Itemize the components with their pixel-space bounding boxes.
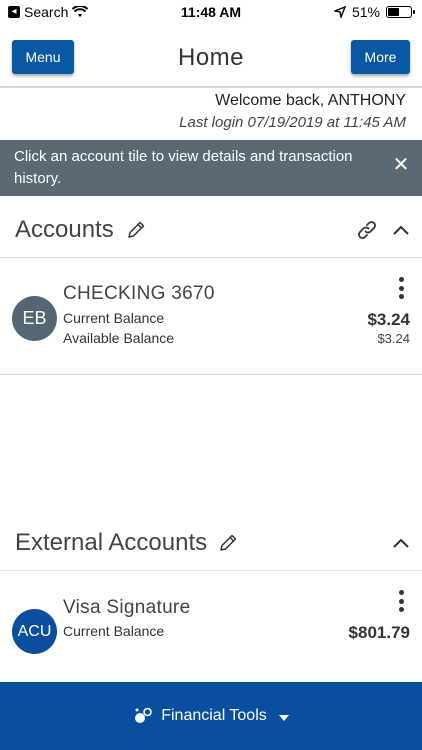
welcome-block: Welcome back, ANTHONY Last login 07/19/2… [179, 92, 406, 131]
welcome-greeting: Welcome back, ANTHONY [215, 92, 406, 109]
close-icon[interactable]: ✕ [392, 155, 410, 175]
app-header: Menu Home More [0, 26, 422, 88]
accounts-section-header: Accounts [0, 198, 422, 258]
banner-message: Click an account tile to view details an… [14, 148, 353, 187]
more-options-icon[interactable] [398, 590, 404, 612]
link-icon[interactable] [356, 219, 378, 241]
external-accounts-title: External Accounts [15, 529, 208, 556]
battery-percentage: 51% [351, 4, 380, 20]
current-balance-value: $801.79 [348, 623, 410, 642]
available-balance-label: Available Balance [63, 330, 175, 346]
location-arrow-icon [333, 6, 346, 18]
external-accounts-section-header: External Accounts [0, 511, 422, 571]
current-balance-value: $3.24 [367, 310, 410, 329]
caret-down-icon [278, 714, 289, 721]
account-name: CHECKING 3670 [63, 283, 215, 304]
current-balance-label: Current Balance [63, 310, 165, 326]
avatar: EB [12, 296, 57, 341]
account-tile-checking[interactable]: EB CHECKING 3670 Current Balance Availab… [0, 259, 422, 375]
chevron-up-icon[interactable] [392, 537, 410, 549]
chevron-up-icon[interactable] [392, 224, 410, 236]
edit-pencil-icon[interactable] [126, 220, 146, 240]
account-name: Visa Signature [63, 597, 191, 618]
battery-icon [386, 6, 415, 18]
avatar: ACU [12, 609, 57, 654]
current-balance-label: Current Balance [63, 623, 165, 639]
financial-tools-label: Financial Tools [161, 707, 267, 724]
account-tile-visa[interactable]: ACU Visa Signature Current Balance $801.… [0, 572, 422, 682]
more-button[interactable]: More [351, 40, 410, 74]
more-options-icon[interactable] [398, 277, 404, 299]
financial-tools-bar[interactable]: Financial Tools [0, 682, 422, 750]
last-login-text: Last login 07/19/2019 at 11:45 AM [179, 114, 406, 131]
financial-tools-icon [135, 707, 153, 723]
accounts-title: Accounts [15, 216, 114, 243]
edit-pencil-icon[interactable] [218, 533, 238, 553]
info-banner: Click an account tile to view details an… [0, 140, 422, 196]
available-balance-value: $3.24 [377, 331, 410, 346]
status-bar: ◂ Search 11:48 AM 51% [0, 0, 422, 26]
